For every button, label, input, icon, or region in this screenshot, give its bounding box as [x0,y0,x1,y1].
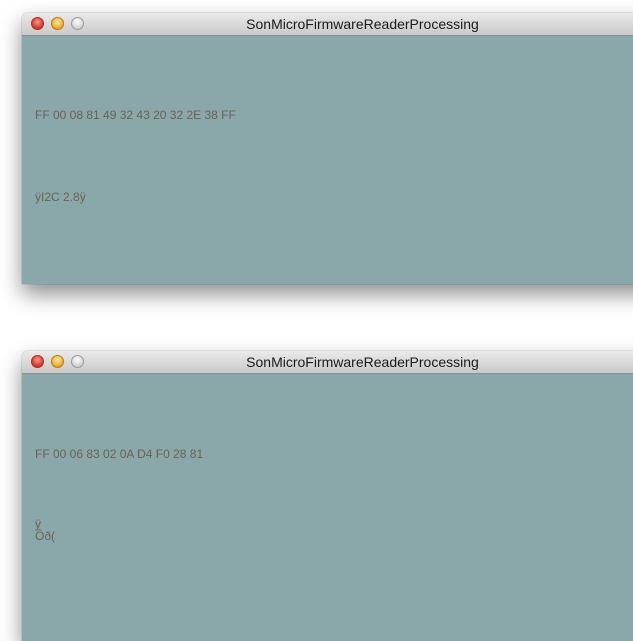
window-title: SonMicroFirmwareReaderProcessing [246,354,479,370]
title-bar[interactable]: SonMicroFirmwareReaderProcessing [22,351,633,374]
sketch-canvas: FF 00 06 83 02 0A D4 F0 28 81 ÿ Ôð( [22,374,633,641]
hex-output: FF 00 08 81 49 32 43 20 32 2E 38 FF [35,108,236,122]
sketch-canvas: FF 00 08 81 49 32 43 20 32 2E 38 FF ÿI2C… [22,36,633,284]
hex-output: FF 00 06 83 02 0A D4 F0 28 81 [35,447,204,461]
char-output: ÿI2C 2.8ÿ [35,190,86,204]
window-title: SonMicroFirmwareReaderProcessing [246,16,479,32]
char-output: ÿ Ôð( [35,517,56,543]
sketch-window-2: SonMicroFirmwareReaderProcessing FF 00 0… [22,351,633,641]
title-bar[interactable]: SonMicroFirmwareReaderProcessing [22,13,633,36]
sketch-window-1: SonMicroFirmwareReaderProcessing FF 00 0… [22,13,633,284]
